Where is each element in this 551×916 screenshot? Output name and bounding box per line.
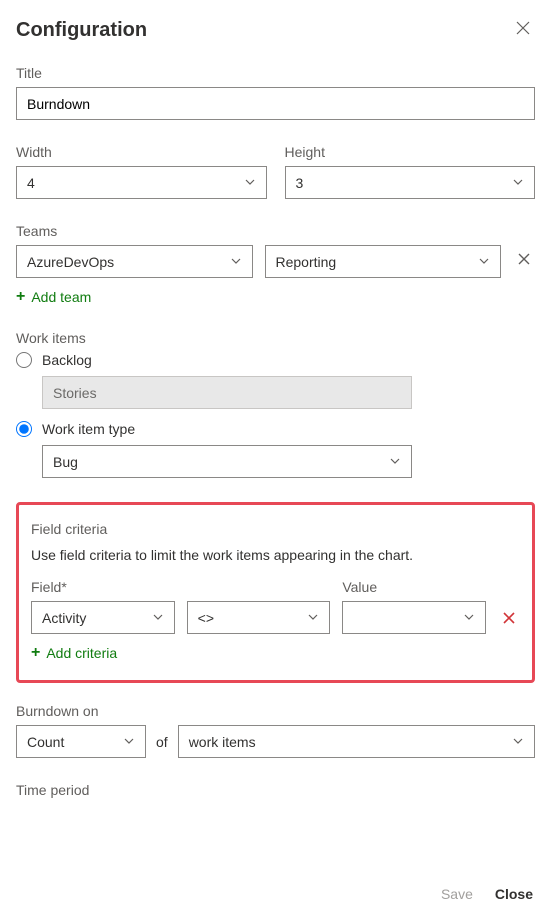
add-criteria-link[interactable]: + Add criteria <box>31 644 117 662</box>
backlog-value-input <box>42 376 412 409</box>
width-select[interactable]: 4 <box>16 166 267 199</box>
chevron-down-icon <box>123 734 135 750</box>
chevron-down-icon <box>512 175 524 191</box>
height-select[interactable]: 3 <box>285 166 536 199</box>
remove-team-icon[interactable] <box>513 248 535 275</box>
plus-icon: + <box>31 644 40 662</box>
add-team-label: Add team <box>31 289 91 305</box>
add-team-link[interactable]: + Add team <box>16 288 91 306</box>
value-label: Value <box>342 579 486 595</box>
backlog-radio-label: Backlog <box>42 352 92 368</box>
chevron-down-icon <box>478 254 490 270</box>
work-item-type-radio[interactable] <box>16 421 32 437</box>
backlog-radio[interactable] <box>16 352 32 368</box>
value-select[interactable] <box>342 601 486 634</box>
height-value: 3 <box>296 175 304 191</box>
field-select[interactable]: Activity <box>31 601 175 634</box>
team2-value: Reporting <box>276 254 337 270</box>
operator-select[interactable]: <> <box>187 601 331 634</box>
chevron-down-icon <box>230 254 242 270</box>
chevron-down-icon <box>307 610 319 626</box>
operator-label <box>187 579 331 595</box>
add-criteria-label: Add criteria <box>46 645 117 661</box>
chevron-down-icon <box>389 454 401 470</box>
operator-value: <> <box>198 610 214 626</box>
teams-label: Teams <box>16 223 535 239</box>
width-value: 4 <box>27 175 35 191</box>
work-item-type-value: Bug <box>53 454 78 470</box>
burndown-measure-value: Count <box>27 734 64 750</box>
field-criteria-helper: Use field criteria to limit the work ite… <box>31 547 520 563</box>
chevron-down-icon <box>512 734 524 750</box>
team1-select[interactable]: AzureDevOps <box>16 245 253 278</box>
panel-title: Configuration <box>16 19 147 42</box>
team2-select[interactable]: Reporting <box>265 245 502 278</box>
field-criteria-section: Field criteria Use field criteria to lim… <box>16 502 535 683</box>
burndown-unit-value: work items <box>189 734 256 750</box>
title-label: Title <box>16 65 535 81</box>
close-button[interactable]: Close <box>495 886 533 902</box>
remove-criteria-icon[interactable] <box>498 607 520 634</box>
burndown-measure-select[interactable]: Count <box>16 725 146 758</box>
title-input[interactable] <box>16 87 535 120</box>
time-period-label: Time period <box>16 782 535 798</box>
burndown-on-label: Burndown on <box>16 703 535 719</box>
chevron-down-icon <box>244 175 256 191</box>
chevron-down-icon <box>463 610 475 626</box>
work-item-type-radio-label: Work item type <box>42 421 135 437</box>
team1-value: AzureDevOps <box>27 254 114 270</box>
close-icon[interactable] <box>511 16 535 45</box>
work-item-type-select[interactable]: Bug <box>42 445 412 478</box>
width-label: Width <box>16 144 267 160</box>
field-criteria-title: Field criteria <box>31 521 520 537</box>
burndown-unit-select[interactable]: work items <box>178 725 535 758</box>
field-label: Field* <box>31 579 175 595</box>
height-label: Height <box>285 144 536 160</box>
chevron-down-icon <box>152 610 164 626</box>
work-items-label: Work items <box>16 330 535 346</box>
of-text: of <box>156 734 168 750</box>
plus-icon: + <box>16 288 25 306</box>
save-button: Save <box>441 886 473 902</box>
field-value: Activity <box>42 610 86 626</box>
